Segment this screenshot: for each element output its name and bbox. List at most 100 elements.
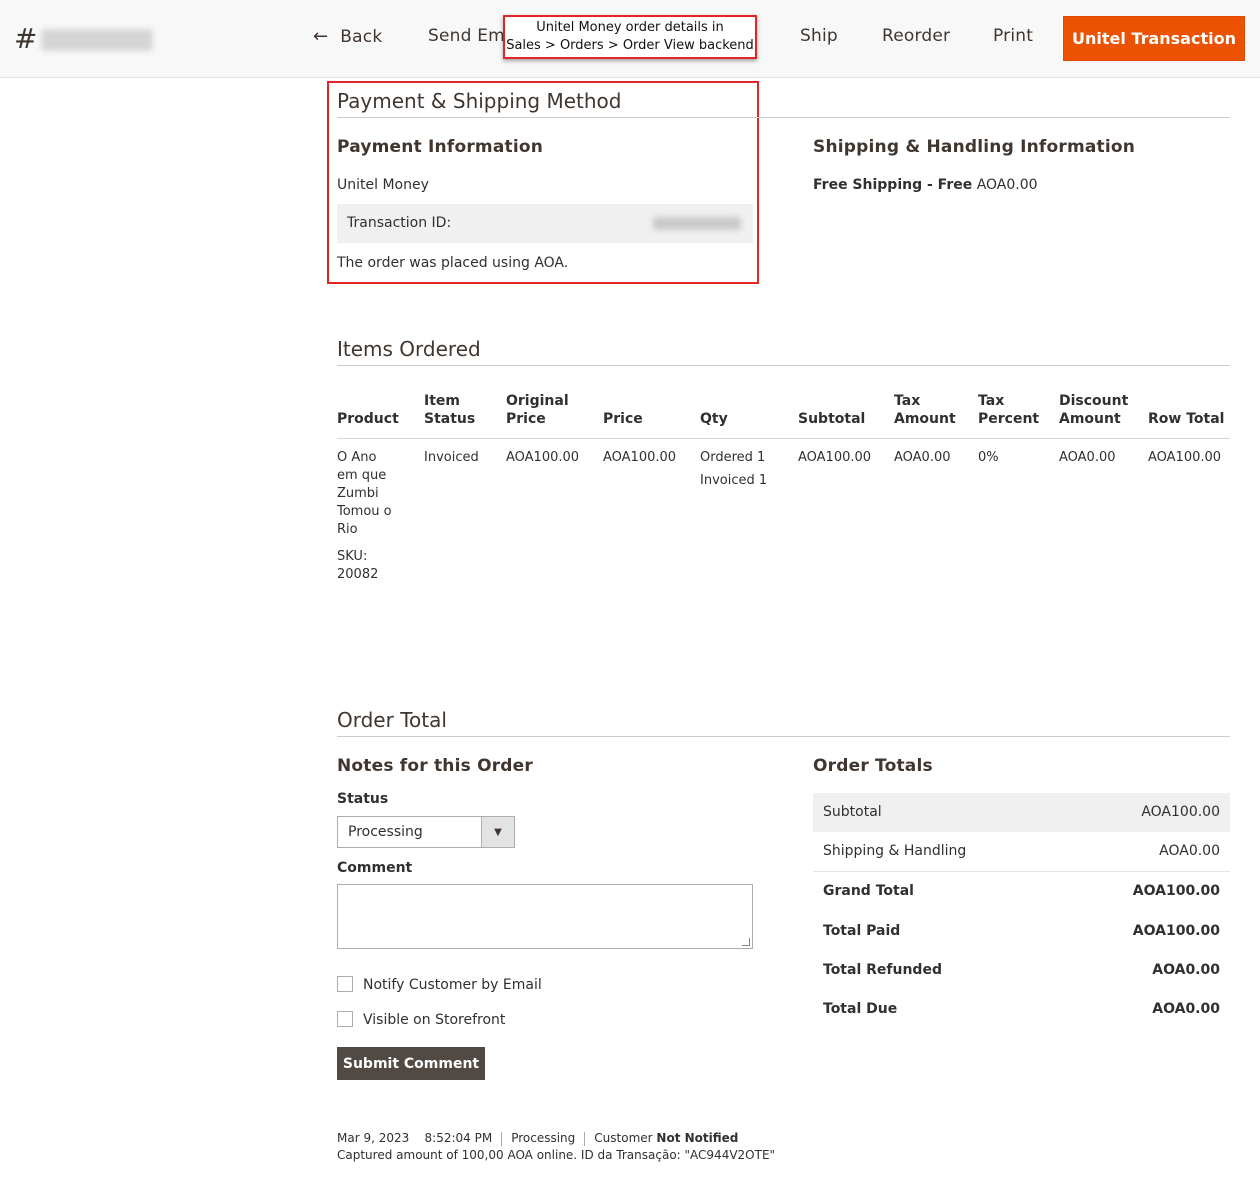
back-label: Back — [340, 27, 383, 47]
notes-title: Notes for this Order — [337, 756, 533, 776]
reorder-button[interactable]: Reorder — [882, 26, 950, 46]
totals-value: AOA100.00 — [1132, 883, 1220, 899]
unitel-transaction-label: Unitel Transaction — [1072, 29, 1236, 48]
original-price: AOA100.00 — [506, 450, 580, 465]
totals-label: Total Refunded — [823, 962, 942, 978]
product-name-line: Tomou o — [337, 504, 392, 519]
divider — [501, 1131, 503, 1146]
col-header-discount: Discount Amount — [1059, 392, 1128, 428]
ship-button[interactable]: Ship — [800, 26, 838, 46]
col-header-line: Amount — [1059, 411, 1121, 427]
sku-label: SKU: — [337, 549, 368, 564]
comment-textarea[interactable] — [337, 884, 753, 949]
col-header-line: Status — [424, 411, 476, 427]
table-header-divider — [337, 438, 1230, 439]
section-divider — [337, 736, 1230, 737]
product-name-line: O Ano — [337, 450, 377, 465]
status-label: Status — [337, 791, 389, 807]
totals-label: Grand Total — [823, 883, 914, 899]
col-header-tax-amount: Tax Amount — [894, 392, 956, 428]
col-header-line: Item — [424, 393, 460, 409]
transaction-id-blurred — [653, 217, 741, 230]
submit-comment-label: Submit Comment — [342, 1055, 480, 1072]
visible-storefront-checkbox[interactable] — [337, 1011, 353, 1027]
discount-amount: AOA0.00 — [1059, 450, 1116, 465]
totals-value: AOA100.00 — [1141, 804, 1220, 820]
transaction-id-label: Transaction ID: — [347, 215, 452, 231]
payment-shipping-title: Payment & Shipping Method — [337, 89, 622, 113]
col-header-product: Product — [337, 411, 399, 427]
totals-row-total-due: Total Due AOA0.00 — [813, 990, 1230, 1029]
divider — [584, 1131, 586, 1146]
items-ordered-title: Items Ordered — [337, 337, 481, 361]
col-header-qty: Qty — [700, 411, 728, 427]
history-message: Captured amount of 100,00 AOA online. ID… — [337, 1148, 776, 1162]
subtotal: AOA100.00 — [798, 450, 872, 465]
shipping-method-line: Free Shipping - Free AOA0.00 — [813, 177, 1038, 193]
totals-label: Subtotal — [823, 804, 882, 820]
sku-value: 20082 — [337, 567, 379, 582]
qty-cell: Ordered 1 Invoiced 1 — [700, 449, 767, 490]
order-totals-title: Order Totals — [813, 756, 933, 776]
col-header-row-total: Row Total — [1148, 411, 1225, 427]
col-header-tax-percent: Tax Percent — [978, 392, 1039, 428]
tax-percent: 0% — [978, 450, 999, 465]
history-customer-prefix: Customer — [594, 1131, 653, 1145]
totals-label: Total Due — [823, 1001, 898, 1017]
totals-value: AOA0.00 — [1152, 962, 1220, 978]
print-button[interactable]: Print — [993, 26, 1033, 46]
totals-row-total-paid: Total Paid AOA100.00 — [813, 912, 1230, 951]
back-button[interactable]: ← Back — [313, 26, 382, 47]
tax-amount: AOA0.00 — [894, 450, 951, 465]
notify-customer-checkbox[interactable] — [337, 976, 353, 992]
order-number-blurred — [41, 29, 154, 51]
status-select[interactable]: Processing ▼ — [337, 816, 515, 848]
totals-row-shipping: Shipping & Handling AOA0.00 — [813, 832, 1230, 871]
price: AOA100.00 — [603, 450, 677, 465]
resize-grip-icon[interactable] — [742, 938, 750, 946]
col-header-line: Original — [506, 393, 569, 409]
col-header-line: Price — [506, 411, 546, 427]
product-name-line: Zumbi — [337, 486, 379, 501]
totals-label: Total Paid — [823, 923, 901, 939]
qty-invoiced: Invoiced 1 — [700, 473, 768, 488]
history-status: Processing — [511, 1131, 576, 1145]
totals-label: Shipping & Handling — [823, 843, 967, 859]
ship-label: Ship — [800, 26, 838, 46]
totals-value: AOA0.00 — [1159, 843, 1220, 859]
totals-row-subtotal: Subtotal AOA100.00 — [813, 793, 1230, 832]
item-status: Invoiced — [424, 450, 479, 465]
product-name-line: em que — [337, 468, 387, 483]
col-header-item-status: Item Status — [424, 392, 475, 428]
print-label: Print — [993, 26, 1034, 46]
transaction-id-row: Transaction ID: — [337, 204, 753, 243]
col-header-line: Tax — [894, 393, 921, 409]
col-header-subtotal: Subtotal — [798, 411, 866, 427]
order-number: # — [14, 22, 154, 55]
totals-row-grand-total: Grand Total AOA100.00 — [813, 872, 1230, 911]
annotation-callout: Unitel Money order details in Sales > Or… — [503, 15, 757, 59]
section-divider — [337, 117, 1230, 118]
chevron-down-icon[interactable]: ▼ — [481, 817, 514, 847]
col-header-line: Percent — [978, 411, 1040, 427]
unitel-transaction-button[interactable]: Unitel Transaction — [1063, 16, 1245, 61]
currency-note: The order was placed using AOA. — [337, 255, 569, 271]
col-header-line: Tax — [978, 393, 1005, 409]
shipping-method: Free Shipping - Free — [813, 177, 973, 193]
comment-label: Comment — [337, 860, 413, 876]
col-header-original-price: Original Price — [506, 392, 569, 428]
history-customer-state: Not Notified — [656, 1131, 739, 1145]
product-sku: SKU: 20082 — [337, 548, 378, 584]
status-select-value: Processing — [348, 824, 423, 840]
shipping-info-title: Shipping & Handling Information — [813, 137, 1136, 157]
col-header-line: Discount — [1059, 393, 1129, 409]
product-name: O Ano em que Zumbi Tomou o Rio — [337, 449, 392, 539]
totals-row-total-refunded: Total Refunded AOA0.00 — [813, 951, 1230, 990]
payment-method: Unitel Money — [337, 177, 429, 193]
payment-info-title: Payment Information — [337, 137, 544, 157]
visible-storefront-label[interactable]: Visible on Storefront — [363, 1012, 505, 1028]
section-divider — [337, 365, 1230, 366]
notify-customer-label[interactable]: Notify Customer by Email — [363, 977, 542, 993]
arrow-left-icon: ← — [313, 26, 329, 47]
submit-comment-button[interactable]: Submit Comment — [337, 1047, 485, 1080]
